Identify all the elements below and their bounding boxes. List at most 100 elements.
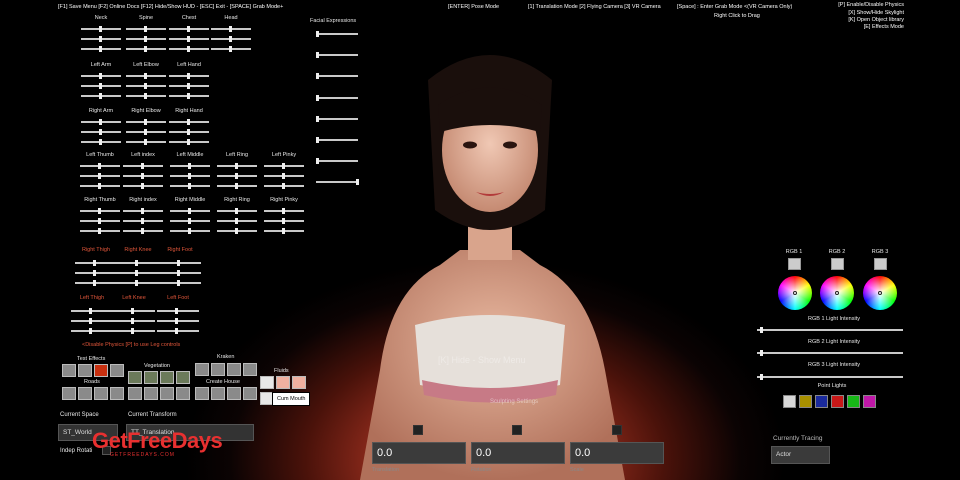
left-index-slider-3[interactable] xyxy=(123,183,163,189)
right-ring-slider-3-knob[interactable] xyxy=(235,228,238,234)
right-elbow-slider-2[interactable] xyxy=(126,129,166,135)
point-light-swatch-4[interactable] xyxy=(831,395,844,408)
currently-tracing-field[interactable]: Actor xyxy=(771,446,830,464)
left-arm-slider-3-knob[interactable] xyxy=(99,93,102,99)
kraken-button-4[interactable] xyxy=(243,363,257,376)
left-index-slider-3-knob[interactable] xyxy=(141,183,144,189)
head-slider-1-knob[interactable] xyxy=(229,26,232,32)
left-hand-slider-3[interactable] xyxy=(169,93,209,99)
right-thumb-slider-3[interactable] xyxy=(80,228,120,234)
rgb1-toggle[interactable] xyxy=(788,258,801,270)
left-thigh-slider-2-knob[interactable] xyxy=(89,318,92,324)
left-arm-slider-1-knob[interactable] xyxy=(99,73,102,79)
right-knee-slider-2[interactable] xyxy=(117,270,159,276)
left-index-slider-2[interactable] xyxy=(123,173,163,179)
right-foot-slider-3-knob[interactable] xyxy=(177,280,180,286)
rgb3-intensity-knob[interactable] xyxy=(759,374,763,380)
right-thigh-slider-3-knob[interactable] xyxy=(93,280,96,286)
fluid-button-3[interactable] xyxy=(292,376,306,389)
left-ring-slider-3[interactable] xyxy=(217,183,257,189)
left-thumb-slider-1-knob[interactable] xyxy=(98,163,101,169)
right-elbow-slider-3-knob[interactable] xyxy=(144,139,147,145)
facial-expression-slider-2-knob[interactable] xyxy=(316,52,319,58)
left-foot-slider-1[interactable] xyxy=(157,308,199,314)
left-elbow-slider-1[interactable] xyxy=(126,73,166,79)
left-hand-slider-3-knob[interactable] xyxy=(187,93,190,99)
road-button-3[interactable] xyxy=(94,387,108,400)
right-elbow-slider-3[interactable] xyxy=(126,139,166,145)
facial-expression-slider-4[interactable] xyxy=(316,95,358,101)
house-button-2[interactable] xyxy=(211,387,225,400)
right-foot-slider-1[interactable] xyxy=(159,260,201,266)
neck-slider-3-knob[interactable] xyxy=(99,46,102,52)
right-index-slider-2-knob[interactable] xyxy=(141,218,144,224)
vegetation-button-1[interactable] xyxy=(128,371,142,384)
right-hand-slider-3[interactable] xyxy=(169,139,209,145)
right-ring-slider-1-knob[interactable] xyxy=(235,208,238,214)
right-index-slider-2[interactable] xyxy=(123,218,163,224)
spine-slider-2[interactable] xyxy=(126,36,166,42)
vegetation-button-2[interactable] xyxy=(144,371,158,384)
vegetation-button-4[interactable] xyxy=(176,371,190,384)
left-middle-slider-1[interactable] xyxy=(170,163,210,169)
right-middle-slider-2[interactable] xyxy=(170,218,210,224)
scale-gizmo-toggle[interactable] xyxy=(612,425,622,435)
left-arm-slider-3[interactable] xyxy=(81,93,121,99)
vegetation-button-7[interactable] xyxy=(160,387,174,400)
left-middle-slider-2-knob[interactable] xyxy=(188,173,191,179)
right-foot-slider-1-knob[interactable] xyxy=(177,260,180,266)
right-middle-slider-1-knob[interactable] xyxy=(188,208,191,214)
spine-slider-1-knob[interactable] xyxy=(144,26,147,32)
point-light-swatch-3[interactable] xyxy=(815,395,828,408)
left-elbow-slider-2-knob[interactable] xyxy=(144,83,147,89)
right-thigh-slider-2[interactable] xyxy=(75,270,117,276)
right-index-slider-3[interactable] xyxy=(123,228,163,234)
right-thumb-slider-1[interactable] xyxy=(80,208,120,214)
rgb2-wheel-marker[interactable] xyxy=(835,291,839,295)
chest-slider-1-knob[interactable] xyxy=(187,26,190,32)
kraken-button-2[interactable] xyxy=(211,363,225,376)
left-elbow-slider-3-knob[interactable] xyxy=(144,93,147,99)
right-thigh-slider-1-knob[interactable] xyxy=(93,260,96,266)
vegetation-button-5[interactable] xyxy=(128,387,142,400)
right-ring-slider-2-knob[interactable] xyxy=(235,218,238,224)
right-arm-slider-3[interactable] xyxy=(81,139,121,145)
neck-slider-1-knob[interactable] xyxy=(99,26,102,32)
right-pinky-slider-1-knob[interactable] xyxy=(282,208,285,214)
right-index-slider-3-knob[interactable] xyxy=(141,228,144,234)
right-hand-slider-3-knob[interactable] xyxy=(187,139,190,145)
head-slider-3-knob[interactable] xyxy=(229,46,232,52)
right-hand-slider-1-knob[interactable] xyxy=(187,119,190,125)
left-thumb-slider-2[interactable] xyxy=(80,173,120,179)
left-thigh-slider-1-knob[interactable] xyxy=(89,308,92,314)
chest-slider-1[interactable] xyxy=(169,26,209,32)
right-pinky-slider-3-knob[interactable] xyxy=(282,228,285,234)
point-light-swatch-2[interactable] xyxy=(799,395,812,408)
left-thigh-slider-3-knob[interactable] xyxy=(89,328,92,334)
right-pinky-slider-2[interactable] xyxy=(264,218,304,224)
rgb3-color-wheel[interactable] xyxy=(863,276,897,310)
left-foot-slider-2[interactable] xyxy=(157,318,199,324)
spine-slider-2-knob[interactable] xyxy=(144,36,147,42)
rgb3-wheel-marker[interactable] xyxy=(878,291,882,295)
neck-slider-1[interactable] xyxy=(81,26,121,32)
neck-slider-3[interactable] xyxy=(81,46,121,52)
facial-expression-slider-5-knob[interactable] xyxy=(316,116,319,122)
left-thumb-slider-3[interactable] xyxy=(80,183,120,189)
head-slider-2-knob[interactable] xyxy=(229,36,232,42)
left-knee-slider-2-knob[interactable] xyxy=(131,318,134,324)
right-hand-slider-1[interactable] xyxy=(169,119,209,125)
left-ring-slider-2[interactable] xyxy=(217,173,257,179)
right-arm-slider-2[interactable] xyxy=(81,129,121,135)
left-knee-slider-1[interactable] xyxy=(113,308,155,314)
road-button-2[interactable] xyxy=(78,387,92,400)
neck-slider-2[interactable] xyxy=(81,36,121,42)
right-elbow-slider-1[interactable] xyxy=(126,119,166,125)
left-ring-slider-2-knob[interactable] xyxy=(235,173,238,179)
left-pinky-slider-2[interactable] xyxy=(264,173,304,179)
right-knee-slider-2-knob[interactable] xyxy=(135,270,138,276)
facial-expression-slider-7-knob[interactable] xyxy=(316,158,319,164)
left-middle-slider-1-knob[interactable] xyxy=(188,163,191,169)
right-thigh-slider-3[interactable] xyxy=(75,280,117,286)
left-knee-slider-1-knob[interactable] xyxy=(131,308,134,314)
